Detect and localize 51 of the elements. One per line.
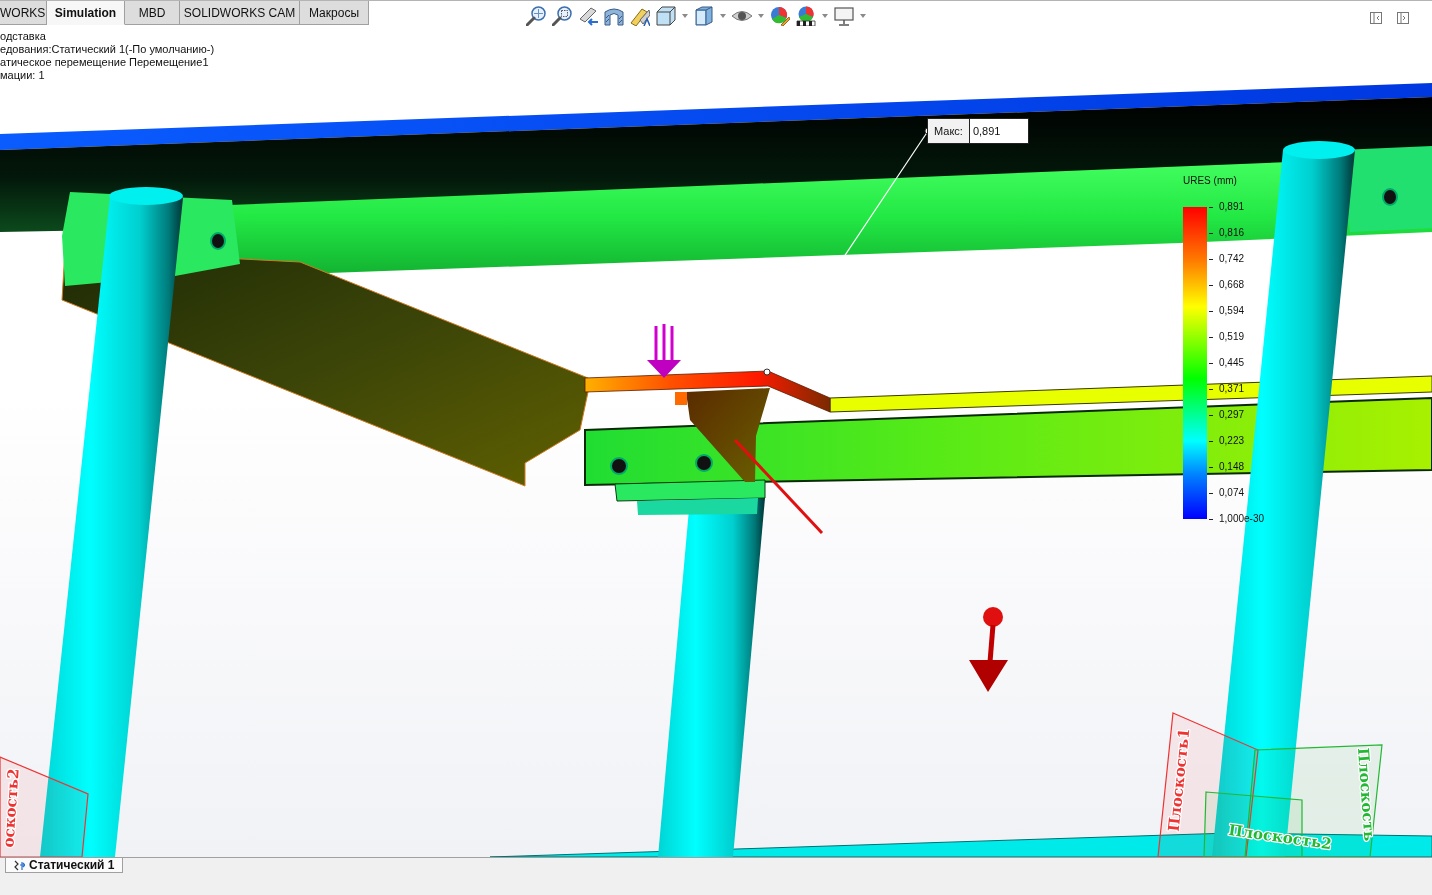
pencil-icon[interactable] xyxy=(630,6,650,26)
load-arrows-icon xyxy=(647,322,681,378)
command-tab[interactable]: WORKS xyxy=(0,1,47,25)
legend-value: 0,297 xyxy=(1219,409,1246,421)
cube-icon[interactable] xyxy=(656,6,676,26)
panel-icon[interactable] xyxy=(1397,12,1409,24)
monitor-icon[interactable] xyxy=(834,6,854,26)
magnifier-icon[interactable] xyxy=(526,6,546,26)
gravity-icon xyxy=(969,607,1008,692)
caret-icon[interactable] xyxy=(682,14,688,18)
color-ball-icon[interactable] xyxy=(770,6,790,26)
bolt-hole xyxy=(610,457,628,475)
study-info-line: едования:Статический 1(-По умолчанию-) xyxy=(0,43,216,56)
color-ball-icon[interactable] xyxy=(796,6,816,26)
legend-value: 0,891 xyxy=(1219,201,1246,213)
study-info-line: атическое перемещение Перемещение1 xyxy=(0,56,210,69)
annotation-label: Макс: xyxy=(928,119,970,143)
plane-label: Плоскость2 xyxy=(1227,820,1333,854)
study-info-line: одставка xyxy=(0,30,47,43)
legend-value: 0,223 xyxy=(1219,435,1246,447)
legend-value: 0,148 xyxy=(1219,461,1246,473)
magnifier-icon[interactable] xyxy=(552,6,572,26)
zigzag-arrow-icon xyxy=(14,859,25,871)
caret-icon[interactable] xyxy=(822,14,828,18)
plane-label: Плоскость1 xyxy=(1164,727,1194,833)
legend-value: 0,074 xyxy=(1219,487,1246,499)
study-info-line: мации: 1 xyxy=(0,69,46,82)
command-tab[interactable]: SOLIDWORKS CAM xyxy=(180,1,300,25)
legend-value: 0,519 xyxy=(1219,331,1246,343)
legend-value: 0,445 xyxy=(1219,357,1246,369)
bolt-hole xyxy=(695,454,713,472)
study-tab[interactable]: Статический 1 xyxy=(5,858,124,873)
legend-value: 0,668 xyxy=(1219,279,1246,291)
legend-title: URES (mm) xyxy=(1183,175,1238,187)
legend-value: 0,816 xyxy=(1219,227,1246,239)
command-tab[interactable]: MBD xyxy=(125,1,180,25)
command-tab[interactable]: Simulation xyxy=(47,1,125,25)
cube-icon[interactable] xyxy=(694,6,714,26)
legend-value: 0,594 xyxy=(1219,305,1246,317)
caret-icon[interactable] xyxy=(720,14,726,18)
legend-value: 0,742 xyxy=(1219,253,1246,265)
caret-icon[interactable] xyxy=(758,14,764,18)
gusset-edge xyxy=(675,392,687,405)
command-tab[interactable]: Макросы xyxy=(300,1,369,25)
pencil-arrow-icon[interactable] xyxy=(578,6,598,26)
caret-icon[interactable] xyxy=(860,14,866,18)
plane-label: оскость2 xyxy=(0,767,23,848)
plane-label: Плоскость xyxy=(1354,747,1379,842)
legend-value: 0,371 xyxy=(1219,383,1246,395)
panel-icon[interactable] xyxy=(1370,12,1382,24)
hatched-shape-icon[interactable] xyxy=(604,6,624,26)
